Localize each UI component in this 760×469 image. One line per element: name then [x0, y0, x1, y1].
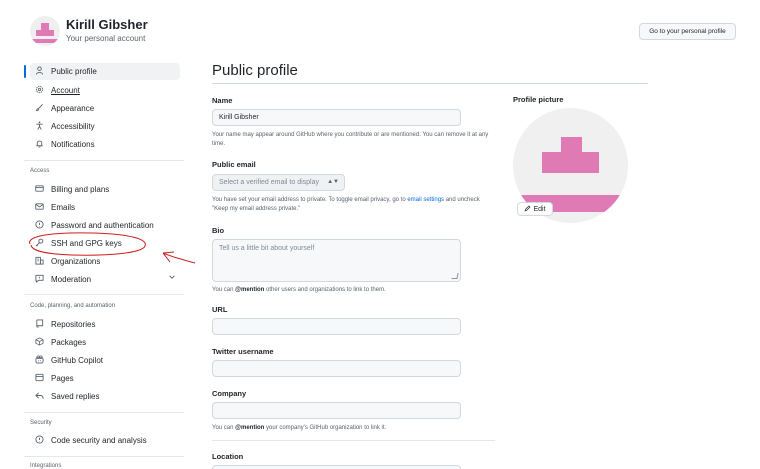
- bio-textarea[interactable]: Tell us a little bit about yourself: [212, 239, 461, 282]
- resize-handle[interactable]: [451, 273, 459, 279]
- bio-label: Bio: [212, 226, 225, 235]
- user-subtitle: Your personal account: [66, 34, 146, 43]
- report-icon: [33, 274, 45, 285]
- public-email-select[interactable]: Select a verified email to display ▲▼: [212, 174, 345, 191]
- sidebar-divider: [24, 456, 184, 457]
- twitter-input[interactable]: [212, 360, 461, 377]
- sidebar-item-organizations[interactable]: Organizations: [30, 253, 180, 270]
- gear-icon: [33, 85, 45, 96]
- page-title: Public profile: [212, 62, 298, 79]
- profile-picture-label: Profile picture: [513, 95, 564, 104]
- avatar[interactable]: [30, 16, 60, 46]
- person-icon: [33, 66, 45, 77]
- sidebar-item-emails[interactable]: Emails: [30, 199, 180, 216]
- organization-icon: [33, 256, 45, 267]
- public-email-label: Public email: [212, 160, 256, 169]
- chevron-down-icon[interactable]: [168, 273, 176, 283]
- sidebar-item-billing[interactable]: Billing and plans: [30, 181, 180, 198]
- company-help-text: You can @mention your company's GitHub o…: [212, 425, 387, 431]
- sidebar-item-accessibility[interactable]: Accessibility: [30, 118, 180, 135]
- shield-icon: [33, 220, 45, 231]
- location-label: Location: [212, 452, 244, 461]
- accessibility-icon: [33, 121, 45, 132]
- sidebar-item-ssh-gpg-keys[interactable]: SSH and GPG keys: [30, 235, 180, 252]
- repo-icon: [33, 319, 45, 330]
- package-icon: [33, 337, 45, 348]
- key-icon: [33, 238, 45, 249]
- sidebar-section-access: Access: [30, 168, 50, 174]
- user-name: Kirill Gibsher: [66, 17, 148, 32]
- credit-card-icon: [33, 184, 45, 195]
- section-divider: [212, 440, 495, 441]
- bio-help-text: You can @mention other users and organiz…: [212, 287, 386, 293]
- mail-icon: [33, 202, 45, 213]
- sidebar-item-moderation[interactable]: Moderation: [30, 271, 180, 288]
- sidebar-item-appearance[interactable]: Appearance: [30, 100, 180, 117]
- location-input[interactable]: [212, 465, 461, 469]
- twitter-label: Twitter username: [212, 347, 274, 356]
- url-input[interactable]: [212, 318, 461, 335]
- sidebar-item-pages[interactable]: Pages: [30, 370, 180, 387]
- shield-check-icon: [33, 435, 45, 446]
- sidebar-item-public-profile[interactable]: Public profile: [24, 63, 180, 80]
- company-label: Company: [212, 389, 247, 398]
- company-input[interactable]: [212, 402, 461, 419]
- sidebar-item-copilot[interactable]: GitHub Copilot: [30, 352, 180, 369]
- edit-picture-button[interactable]: Edit: [517, 202, 553, 216]
- sidebar-item-code-security[interactable]: Code security and analysis: [30, 432, 180, 449]
- browser-icon: [33, 373, 45, 384]
- sidebar-section-security: Security: [30, 420, 52, 426]
- email-settings-link[interactable]: email settings: [407, 197, 444, 203]
- settings-sidebar: Public profile Account Appearance Access…: [24, 60, 184, 469]
- pencil-icon: [524, 205, 531, 214]
- sidebar-item-packages[interactable]: Packages: [30, 334, 180, 351]
- name-help-text: Your name may appear around GitHub where…: [212, 132, 489, 147]
- paintbrush-icon: [33, 103, 45, 114]
- url-label: URL: [212, 305, 228, 314]
- copilot-icon: [33, 355, 45, 366]
- name-input[interactable]: Kirill Gibsher: [212, 109, 461, 126]
- reply-icon: [33, 391, 45, 402]
- sidebar-item-repositories[interactable]: Repositories: [30, 316, 180, 333]
- sidebar-item-password-authentication[interactable]: Password and authentication: [30, 217, 180, 234]
- sidebar-section-code: Code, planning, and automation: [30, 303, 116, 309]
- sidebar-item-notifications[interactable]: Notifications: [30, 136, 180, 153]
- sidebar-section-integrations: Integrations: [30, 463, 62, 469]
- title-divider: [212, 83, 648, 84]
- sidebar-divider: [24, 294, 184, 295]
- go-to-profile-button[interactable]: Go to your personal profile: [639, 23, 736, 40]
- select-arrows-icon: ▲▼: [327, 179, 339, 185]
- sidebar-item-saved-replies[interactable]: Saved replies: [30, 388, 180, 405]
- page-header: Kirill Gibsher Your personal account Go …: [0, 0, 760, 58]
- name-label: Name: [212, 96, 233, 105]
- sidebar-divider: [24, 412, 184, 413]
- email-help-text: You have set your email address to priva…: [212, 197, 480, 212]
- bell-icon: [33, 139, 45, 150]
- sidebar-divider: [24, 160, 184, 161]
- sidebar-item-account[interactable]: Account: [30, 82, 180, 99]
